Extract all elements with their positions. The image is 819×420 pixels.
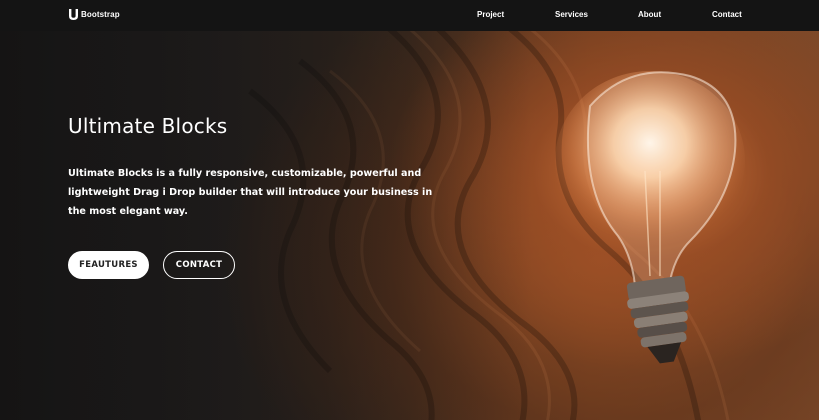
nav-link-about[interactable]: About <box>638 10 661 19</box>
hero-overlay <box>0 31 819 420</box>
top-navbar: Bootstrap Project Services About Contact <box>0 0 819 31</box>
hero-title: Ultimate Blocks <box>68 114 228 138</box>
brand-name: Bootstrap <box>81 10 120 19</box>
hero-description: Ultimate Blocks is a fully responsive, c… <box>68 168 433 217</box>
nav-link-services[interactable]: Services <box>555 10 588 19</box>
nav-link-contact[interactable]: Contact <box>712 10 742 19</box>
bootstrap-logo-icon <box>69 9 78 20</box>
nav-link-project[interactable]: Project <box>477 10 504 19</box>
contact-button[interactable]: CONTACT <box>163 251 235 279</box>
brand-link[interactable]: Bootstrap <box>68 8 120 21</box>
hero-section: Ultimate Blocks Ultimate Blocks is a ful… <box>0 31 819 420</box>
features-button[interactable]: FEAUTURES <box>68 251 149 279</box>
